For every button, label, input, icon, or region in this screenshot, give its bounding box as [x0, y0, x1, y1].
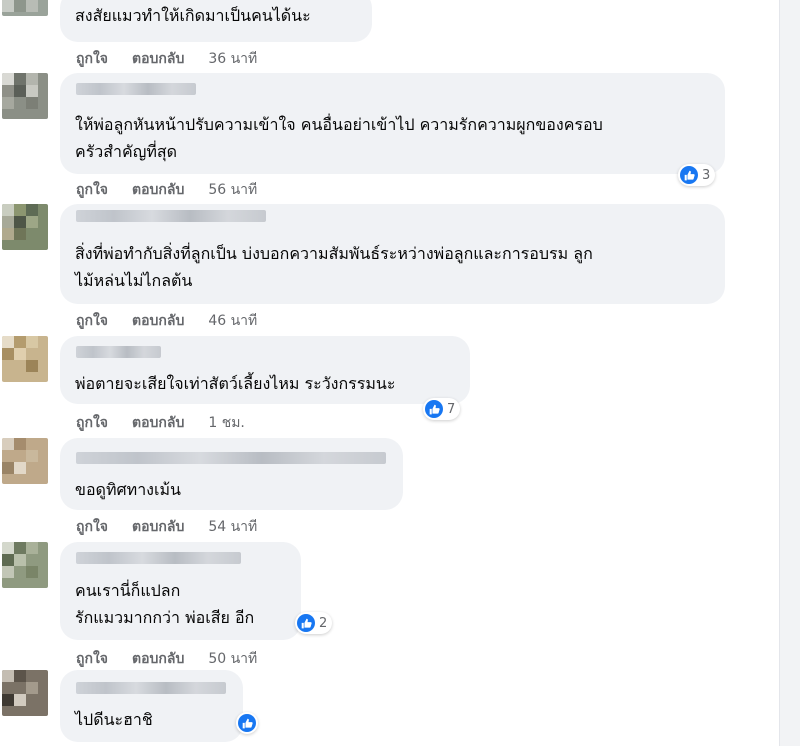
comment-bubble: คนเรานี่ก็แปลก รักแมวมากกว่า พ่อเสีย อีก — [60, 542, 301, 640]
scrollbar[interactable] — [779, 0, 800, 746]
reply-link[interactable]: ตอบกลับ — [132, 51, 184, 67]
avatar[interactable] — [2, 542, 48, 588]
comment-text: ให้พ่อลูกหันหน้าปรับความเข้าใจ คนอื่นอย่… — [75, 115, 603, 161]
comment-text: คนเรานี่ก็แปลก รักแมวมากกว่า พ่อเสีย อีก — [75, 581, 255, 627]
like-link[interactable]: ถูกใจ — [76, 182, 108, 198]
avatar[interactable] — [2, 670, 48, 716]
avatar[interactable] — [2, 73, 48, 119]
reply-link[interactable]: ตอบกลับ — [132, 519, 184, 535]
blurred-author-name[interactable] — [76, 210, 266, 222]
comment-bubble: พ่อตายจะเสียใจเท่าสัตว์เลี้ยงไหม ระวังกร… — [60, 336, 470, 404]
blurred-author-name[interactable] — [76, 552, 241, 564]
comment-text: สิ่งที่พ่อทำกับสิ่งที่ลูกเป็น บ่งบอกความ… — [75, 244, 593, 290]
comment-text: พ่อตายจะเสียใจเท่าสัตว์เลี้ยงไหม ระวังกร… — [75, 374, 396, 393]
reply-link[interactable]: ตอบกลับ — [132, 313, 184, 329]
avatar[interactable] — [2, 336, 48, 382]
like-link[interactable]: ถูกใจ — [76, 313, 108, 329]
like-link[interactable]: ถูกใจ — [76, 651, 108, 667]
reply-link[interactable]: ตอบกลับ — [132, 415, 184, 431]
comment-bubble: ขอดูทิศทางเม้น — [60, 438, 403, 510]
thumbs-up-icon — [297, 614, 315, 632]
comment-time[interactable]: 56 นาที — [208, 182, 257, 198]
comment-time[interactable]: 1 ชม. — [208, 415, 245, 431]
avatar[interactable] — [2, 0, 48, 16]
reply-link[interactable]: ตอบกลับ — [132, 651, 184, 667]
comment-time[interactable]: 54 นาที — [208, 519, 257, 535]
reaction-count[interactable]: 7 — [423, 398, 461, 420]
reaction-number: 2 — [319, 615, 328, 631]
avatar[interactable] — [2, 438, 48, 484]
comment-text: ไปดีนะฮาชิ — [75, 710, 153, 729]
comment-bubble: ไปดีนะฮาชิ — [60, 670, 243, 742]
reaction-count[interactable]: 2 — [295, 612, 333, 634]
like-link[interactable]: ถูกใจ — [76, 519, 108, 535]
comment-actions: ถูกใจ ตอบกลับ 56 นาที — [76, 179, 281, 201]
thumbs-up-icon — [238, 714, 256, 732]
comment-actions: ถูกใจ ตอบกลับ 46 นาที — [76, 310, 281, 332]
comment-time[interactable]: 50 นาที — [208, 651, 257, 667]
blurred-author-name[interactable] — [76, 83, 196, 95]
reaction-count[interactable]: 3 — [678, 164, 716, 186]
reaction-count[interactable] — [236, 712, 258, 734]
comment-time[interactable]: 46 นาที — [208, 313, 257, 329]
blurred-author-name[interactable] — [76, 682, 226, 694]
comment-text: สงสัยแมวทำให้เกิดมาเป็นคนได้นะ — [75, 6, 311, 25]
comment-actions: ถูกใจ ตอบกลับ 1 ชม. — [76, 412, 269, 434]
comment-bubble: สิ่งที่พ่อทำกับสิ่งที่ลูกเป็น บ่งบอกความ… — [60, 204, 725, 304]
reaction-number: 3 — [702, 167, 711, 183]
comment-bubble: สงสัยแมวทำให้เกิดมาเป็นคนได้นะ — [60, 0, 372, 42]
comment-actions: ถูกใจ ตอบกลับ 54 นาที — [76, 516, 281, 538]
reply-link[interactable]: ตอบกลับ — [132, 182, 184, 198]
reaction-number: 7 — [447, 401, 456, 417]
comment-time[interactable]: 36 นาที — [208, 51, 257, 67]
avatar[interactable] — [2, 204, 48, 250]
comment-bubble: ให้พ่อลูกหันหน้าปรับความเข้าใจ คนอื่นอย่… — [60, 73, 725, 174]
like-link[interactable]: ถูกใจ — [76, 415, 108, 431]
comment-text: ขอดูทิศทางเม้น — [75, 480, 181, 499]
blurred-author-name[interactable] — [76, 452, 386, 464]
thumbs-up-icon — [680, 166, 698, 184]
thumbs-up-icon — [425, 400, 443, 418]
comment-actions: ถูกใจ ตอบกลับ 36 นาที — [76, 48, 281, 70]
like-link[interactable]: ถูกใจ — [76, 51, 108, 67]
blurred-author-name[interactable] — [76, 346, 161, 358]
comment-actions: ถูกใจ ตอบกลับ 50 นาที — [76, 648, 281, 670]
